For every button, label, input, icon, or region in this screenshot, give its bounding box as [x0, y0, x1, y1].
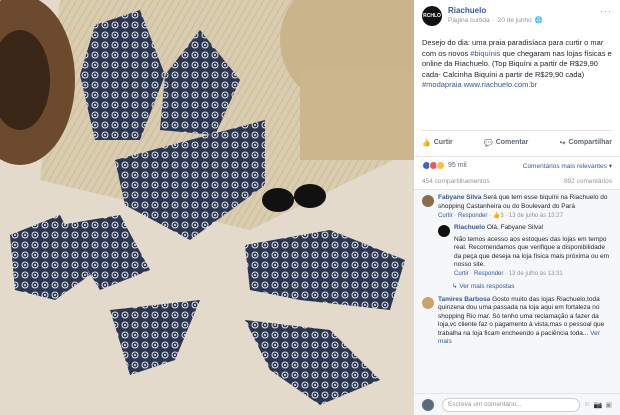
page-liked-label: Página curtida: [448, 17, 490, 24]
post-date[interactable]: 20 de junho: [498, 16, 532, 25]
reaction-count: 95 mil: [448, 162, 467, 169]
comment-author[interactable]: Riachuelo: [454, 224, 485, 231]
comment: Fabyane Silva Será que tem esse biquíni …: [422, 194, 612, 219]
page-logo-text: RCHLO: [423, 13, 441, 19]
hashtag-bikinis[interactable]: #biquínis: [470, 49, 500, 58]
comment-reply: Riachuelo Olá, Fabyane Silva! Não temos …: [438, 224, 612, 277]
comment-like-count: 3: [500, 213, 504, 219]
comment-mention: Olá, Fabyane Silva!: [486, 224, 544, 231]
camera-icon[interactable]: 📷: [594, 401, 603, 409]
post-photo[interactable]: [0, 0, 414, 415]
comment-reply-link[interactable]: Responder: [458, 213, 487, 219]
gif-icon[interactable]: ▣: [605, 401, 612, 409]
comment-composer: Escreva um comentário... ☺ 📷 ▣: [414, 393, 620, 415]
wow-reaction-icon: [436, 161, 445, 170]
post-actions: 👍 Curtir 💬 Comentar ↪ Compartilhar: [422, 130, 612, 154]
bikini-flatlay-image: [0, 0, 414, 415]
comment-meta: Curtir · Responder · 13 de julho às 13:3…: [454, 270, 563, 277]
like-button[interactable]: 👍 Curtir: [422, 139, 453, 147]
comment-like-link[interactable]: Curtir: [454, 271, 469, 277]
avatar: [422, 399, 434, 411]
like-label: Curtir: [433, 139, 453, 146]
comment-input[interactable]: Escreva um comentário...: [442, 397, 580, 412]
composer-icons: ☺ 📷 ▣: [584, 401, 613, 409]
comment-time[interactable]: 13 de julho às 13:27: [509, 213, 563, 219]
globe-icon: 🌐: [534, 17, 543, 24]
comment: Tamires Barbosa Gosto muito das lojas Ri…: [422, 296, 612, 347]
comment-like-link[interactable]: Curtir: [438, 213, 453, 219]
comment-author[interactable]: Fabyane Silva: [438, 194, 481, 201]
comment-time[interactable]: 13 de julho às 13:31: [509, 271, 563, 277]
more-replies-link[interactable]: ↳ Ver mais respostas: [452, 282, 612, 290]
thumbs-up-icon: 👍: [422, 139, 431, 147]
page-avatar[interactable]: RCHLO: [422, 6, 442, 26]
share-arrow-icon: ↪: [559, 139, 566, 147]
post-link[interactable]: www.riachuelo.com.br: [464, 80, 537, 89]
comment-meta: Curtir · Responder · 👍3 · 13 de julho às…: [438, 213, 563, 219]
emoji-icon[interactable]: ☺: [584, 401, 591, 409]
share-button[interactable]: ↪ Compartilhar: [560, 139, 612, 147]
page-name[interactable]: Riachuelo: [448, 6, 543, 16]
more-options-icon[interactable]: ···: [600, 6, 612, 16]
reactions-bar[interactable]: 95 mil Comentários mais relevantes ▾: [414, 156, 620, 174]
post-header: RCHLO Riachuelo Página curtida · 20 de j…: [414, 0, 620, 34]
comments-list: Fabyane Silva Será que tem esse biquíni …: [414, 190, 620, 400]
post-sidebar: RCHLO Riachuelo Página curtida · 20 de j…: [414, 0, 620, 415]
avatar[interactable]: [422, 195, 434, 207]
post-text: Desejo do dia: uma praia paradisíaca par…: [414, 34, 620, 130]
comment-author[interactable]: Tamires Barbosa: [438, 296, 490, 303]
avatar[interactable]: [422, 296, 434, 309]
share-label: Compartilhar: [568, 139, 612, 146]
comment-count[interactable]: 892 comentários: [564, 178, 612, 185]
more-replies-label: Ver mais respostas: [459, 282, 515, 290]
comment-text: Não temos acesso aos estoques das lojas …: [454, 235, 610, 269]
engagement-counts: 454 compartilhamentos 892 comentários: [414, 174, 620, 190]
hashtag-modapraia[interactable]: #modapraia: [422, 80, 462, 89]
comment-label: Comentar: [495, 139, 529, 146]
comment-input-placeholder: Escreva um comentário...: [448, 401, 522, 408]
avatar[interactable]: [438, 225, 450, 237]
comment-reply-link[interactable]: Responder: [474, 271, 503, 277]
post-meta: Página curtida · 20 de junho 🌐: [448, 16, 543, 25]
share-count[interactable]: 454 compartilhamentos: [422, 178, 490, 185]
speech-bubble-icon: 💬: [483, 139, 493, 147]
comment-button[interactable]: 💬 Comentar: [484, 139, 528, 147]
comment-sort-dropdown[interactable]: Comentários mais relevantes ▾: [523, 162, 612, 170]
facebook-photo-viewer: RCHLO Riachuelo Página curtida · 20 de j…: [0, 0, 620, 415]
